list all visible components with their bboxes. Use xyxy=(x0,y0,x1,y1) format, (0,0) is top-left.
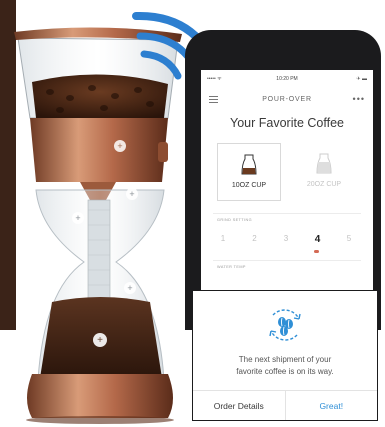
divider xyxy=(213,260,361,261)
divider xyxy=(213,213,361,214)
copper-base xyxy=(27,374,173,418)
base-shadow xyxy=(26,416,174,424)
status-time: 10:20 PM xyxy=(276,76,298,82)
carafe-icon xyxy=(316,153,332,174)
grind-option-3[interactable]: 3 xyxy=(280,234,292,245)
cup-option-20oz[interactable]: 20OZ CUP xyxy=(293,143,355,199)
carrier-signal: ••••• ᯤ xyxy=(207,76,222,82)
grind-option-1[interactable]: 1 xyxy=(217,234,229,245)
notification-message: The next shipment of your favorite coffe… xyxy=(193,354,377,378)
dialog-actions: Order Details Great! xyxy=(193,390,377,420)
grinder-knob xyxy=(158,142,168,162)
grind-option-5[interactable]: 5 xyxy=(343,234,355,245)
svg-text:+: + xyxy=(127,283,132,293)
coffee-beans xyxy=(32,74,168,118)
svg-text:+: + xyxy=(75,213,80,223)
great-button[interactable]: Great! xyxy=(286,391,378,420)
left-background xyxy=(0,0,16,330)
grind-selected-marker xyxy=(314,250,319,253)
order-details-button[interactable]: Order Details xyxy=(193,391,286,420)
cup-option-10oz[interactable]: 10OZ CUP xyxy=(217,143,281,201)
water-temp-label: WATER TEMP xyxy=(217,265,246,269)
svg-text:+: + xyxy=(97,335,103,346)
shipment-notification-dialog: The next shipment of your favorite coffe… xyxy=(192,290,378,421)
grind-setting-label: GRIND SETTING xyxy=(217,218,252,222)
cup-option-label: 20OZ CUP xyxy=(306,181,342,188)
nav-bar: POUR-OVER ••• xyxy=(201,94,373,108)
grinder-body xyxy=(30,118,168,182)
page-title: Your Favorite Coffee xyxy=(230,116,344,130)
status-bar: ••••• ᯤ 10:20 PM ✈ ▬ xyxy=(201,76,373,86)
nav-title: POUR-OVER xyxy=(262,96,312,103)
coffee-beans-refresh-icon xyxy=(269,309,301,341)
more-options-icon[interactable]: ••• xyxy=(353,94,365,104)
message-line-1: The next shipment of your xyxy=(238,355,332,364)
grind-option-4[interactable]: 4 xyxy=(312,234,324,245)
svg-text:+: + xyxy=(129,189,134,199)
svg-text:+: + xyxy=(117,141,122,151)
message-line-2: favorite coffee is on its way. xyxy=(236,367,334,376)
carafe-icon xyxy=(241,154,257,175)
grind-setting-selector: 1 2 3 4 5 xyxy=(217,234,355,245)
battery-indicator: ✈ ▬ xyxy=(356,76,367,82)
grind-option-2[interactable]: 2 xyxy=(249,234,261,245)
cup-option-label: 10OZ CUP xyxy=(231,182,267,189)
